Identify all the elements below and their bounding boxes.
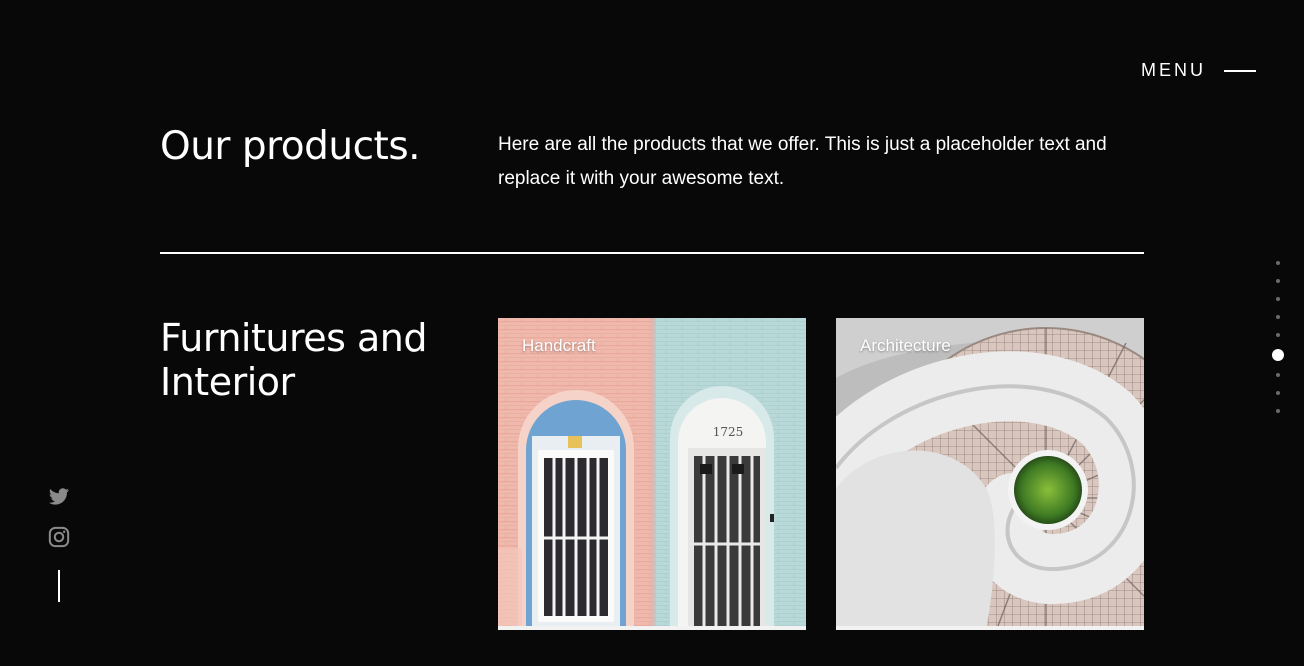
social-links <box>48 486 70 548</box>
intro-text: Here are all the products that we offer.… <box>498 134 1107 189</box>
page-title: Our products. <box>160 124 421 169</box>
divider <box>160 252 1144 254</box>
card-label-handcraft: Handcraft <box>522 336 596 355</box>
page: MENU Our products. Here are all the prod… <box>0 0 1304 666</box>
section-pagination <box>1272 254 1284 420</box>
door-number: 1725 <box>713 425 744 439</box>
product-card-handcraft[interactable]: 1725 Handcraft <box>498 318 806 630</box>
twitter-icon[interactable] <box>48 486 70 508</box>
pagination-dot[interactable] <box>1276 279 1280 283</box>
card-bottom-bar <box>836 626 1144 630</box>
pagination-dot[interactable] <box>1276 333 1280 337</box>
menu-line-icon <box>1224 69 1256 72</box>
pagination-dot[interactable] <box>1276 297 1280 301</box>
pagination-dot[interactable] <box>1276 409 1280 413</box>
social-divider-line <box>58 570 60 602</box>
product-card-architecture[interactable]: Architecture <box>836 318 1144 630</box>
handcraft-image: 1725 <box>498 318 806 630</box>
instagram-icon[interactable] <box>48 526 70 548</box>
architecture-image <box>836 318 1144 630</box>
pagination-dot[interactable] <box>1276 315 1280 319</box>
card-bottom-bar <box>498 626 806 630</box>
pagination-dot[interactable] <box>1272 349 1284 361</box>
section-title: Furnitures and Interior <box>160 316 427 404</box>
card-label-architecture: Architecture <box>860 336 951 355</box>
pagination-dot[interactable] <box>1276 261 1280 265</box>
menu-button[interactable]: MENU <box>1141 60 1256 81</box>
pagination-dot[interactable] <box>1276 391 1280 395</box>
pagination-dot[interactable] <box>1276 373 1280 377</box>
menu-label: MENU <box>1141 60 1206 80</box>
